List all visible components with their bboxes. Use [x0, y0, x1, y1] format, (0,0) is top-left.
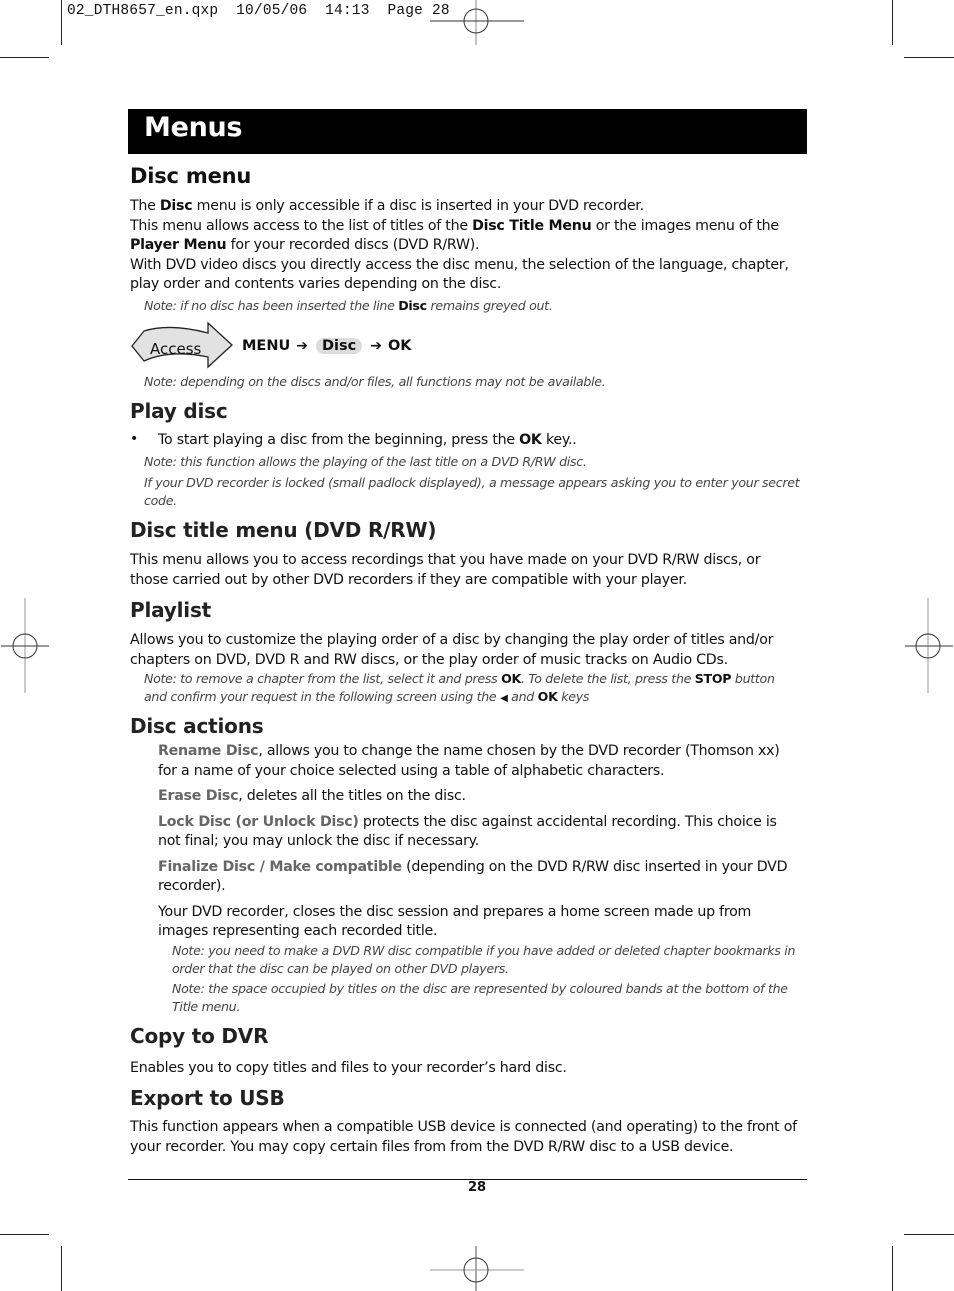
section-copy-to-dvr: Copy to DVR Enables you to copy titles a…	[130, 1024, 800, 1079]
page-title-bar: Menus	[128, 109, 807, 154]
action-finalize-disc: Finalize Disc / Make compatible (dependi…	[158, 858, 788, 895]
menu-path: MENU ➔ Disc ➔ OK	[242, 337, 412, 354]
registration-mark-icon	[1, 598, 49, 693]
bullet-icon: •	[130, 430, 139, 447]
note: If your DVD recorder is locked (small pa…	[144, 475, 800, 508]
registration-mark-icon	[430, 0, 524, 45]
section-heading: Export to USB	[130, 1086, 285, 1110]
note: Note: you need to make a DVD RW disc com…	[172, 942, 796, 976]
access-label: Access	[150, 340, 202, 358]
crop-mark	[61, 1246, 62, 1291]
paragraph: This function appears when a compatible …	[130, 1119, 797, 1155]
crop-mark	[0, 57, 49, 58]
section-play-disc: Play disc • To start playing a disc from…	[130, 399, 800, 511]
section-heading: Disc menu	[130, 164, 252, 188]
paragraph: The Disc menu is only accessible if a di…	[130, 198, 644, 214]
action-rename-disc: Rename Disc, allows you to change the na…	[158, 743, 780, 779]
note: Note: to remove a chapter from the list,…	[144, 671, 775, 704]
section-heading: Playlist	[130, 598, 212, 622]
arrow-right-icon: ➔	[296, 337, 308, 354]
action-erase-disc: Erase Disc, deletes all the titles on th…	[158, 788, 466, 804]
registration-mark-icon	[905, 598, 953, 693]
action-lock-disc: Lock Disc (or Unlock Disc) protects the …	[158, 813, 777, 850]
access-arrow-icon: Access	[131, 321, 233, 368]
paragraph: This menu allows access to the list of t…	[130, 217, 779, 254]
paragraph: This menu allows you to access recording…	[130, 552, 761, 588]
page-title: Menus	[144, 112, 243, 143]
menu-step-ok: OK	[387, 337, 412, 354]
section-disc-title-menu: Disc title menu (DVD R/RW) This menu all…	[130, 518, 800, 590]
section-export-to-usb: Export to USB This function appears when…	[130, 1086, 800, 1157]
list-item: • To start playing a disc from the begin…	[130, 431, 800, 451]
arrow-right-icon: ➔	[370, 337, 382, 354]
crop-mark	[61, 0, 62, 45]
crop-mark	[904, 1234, 954, 1235]
page-content: Disc menu The Disc menu is only accessib…	[130, 164, 800, 1157]
note: Note: if no disc has been inserted the l…	[144, 297, 553, 313]
print-slug: 02_DTH8657_en.qxp 10/05/06 14:13 Page 28	[67, 3, 450, 19]
access-path: Access MENU ➔ Disc ➔ OK	[130, 321, 800, 371]
paragraph: With DVD video discs you directly access…	[130, 256, 789, 293]
note: Note: depending on the discs and/or file…	[144, 373, 606, 389]
menu-step-disc: Disc	[315, 337, 363, 354]
section-heading: Play disc	[130, 398, 228, 423]
note: Note: the space occupied by titles on th…	[172, 980, 788, 1014]
section-heading: Copy to DVR	[130, 1023, 269, 1048]
section-heading: Disc actions	[130, 714, 264, 738]
paragraph: Allows you to customize the playing orde…	[130, 632, 774, 668]
section-disc-actions: Disc actions Rename Disc, allows you to …	[130, 714, 800, 1016]
paragraph: Enables you to copy titles and files to …	[130, 1059, 567, 1076]
crop-mark	[892, 1246, 893, 1291]
crop-mark	[892, 0, 893, 45]
section-heading: Disc title menu (DVD R/RW)	[130, 518, 437, 542]
crop-mark	[0, 1234, 49, 1235]
note: Note: this function allows the playing o…	[144, 454, 587, 469]
paragraph: Your DVD recorder, closes the disc sessi…	[158, 903, 752, 940]
section-disc-menu: Disc menu The Disc menu is only accessib…	[130, 164, 800, 391]
page-number: 28	[467, 1180, 487, 1195]
menu-step-menu: MENU	[242, 337, 291, 354]
registration-mark-icon	[430, 1246, 524, 1291]
section-playlist: Playlist Allows you to customize the pla…	[130, 598, 800, 708]
crop-mark	[904, 57, 954, 58]
